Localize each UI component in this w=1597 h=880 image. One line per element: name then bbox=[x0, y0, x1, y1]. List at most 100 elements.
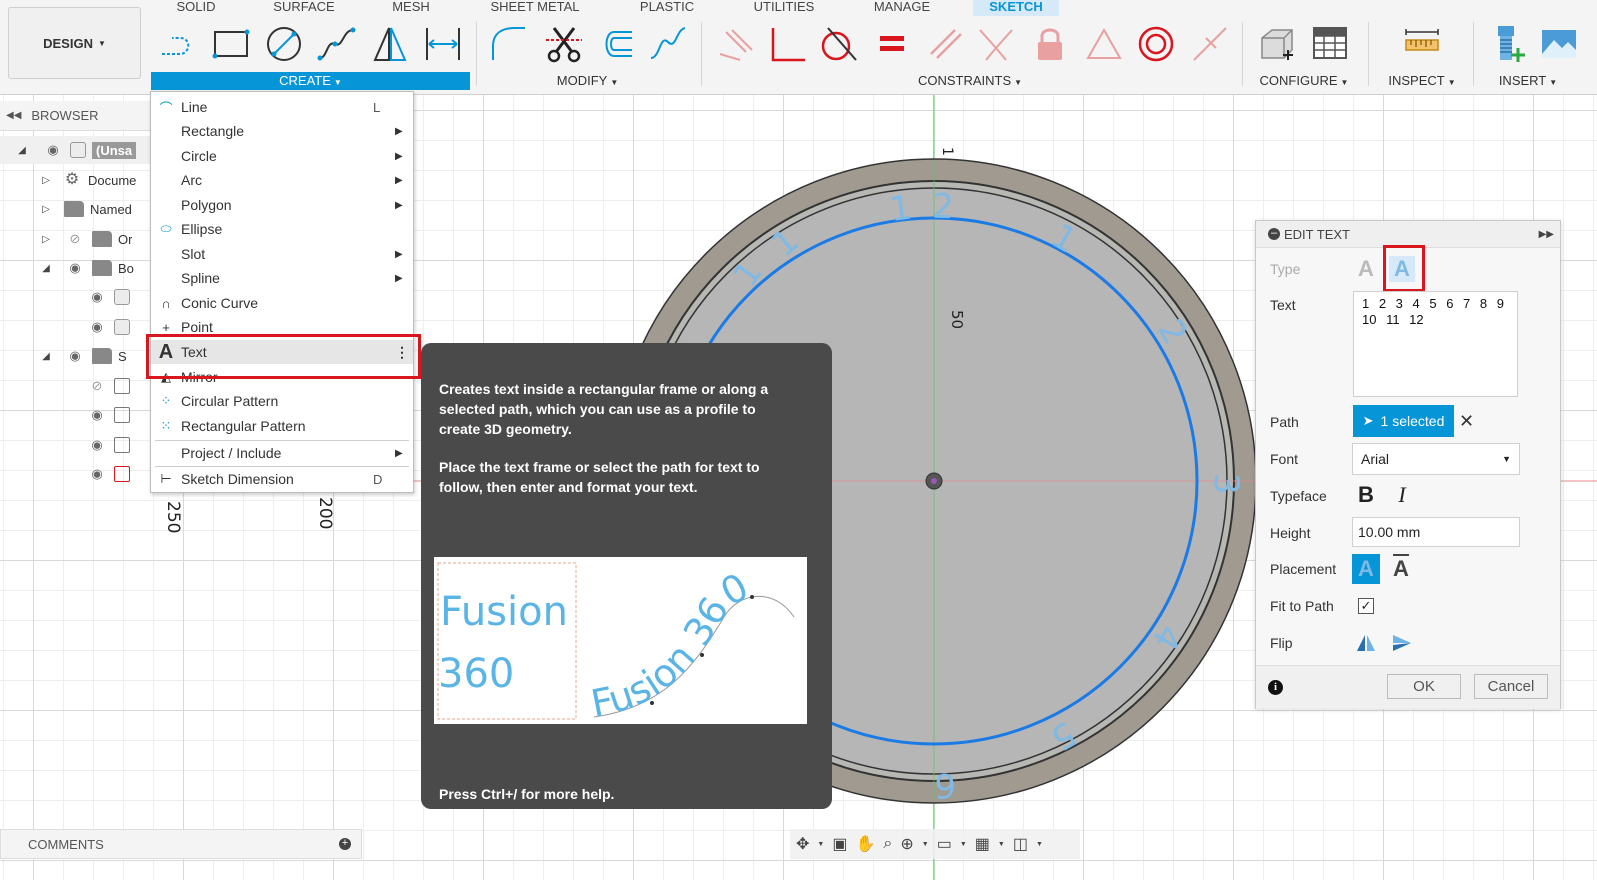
expand-arrow-icon[interactable]: ◢ bbox=[16, 145, 28, 156]
browser-item-sketch[interactable]: ◉ bbox=[0, 401, 175, 429]
offset-tool-icon[interactable] bbox=[596, 24, 636, 64]
pan-hand-icon[interactable]: ✋ bbox=[855, 834, 875, 854]
inspect-menu-button[interactable]: INSPECT ▼ bbox=[1377, 72, 1467, 90]
configure-table-icon[interactable] bbox=[1310, 24, 1350, 64]
bold-icon[interactable]: B bbox=[1353, 482, 1379, 508]
hidden-eye-icon[interactable]: ⊘ bbox=[86, 378, 108, 394]
look-at-icon[interactable]: ▣ bbox=[832, 834, 847, 854]
parallel-constraint-icon[interactable] bbox=[925, 24, 965, 64]
visibility-eye-icon[interactable]: ◉ bbox=[86, 466, 108, 482]
triangle-constraint-icon[interactable] bbox=[1084, 24, 1124, 64]
browser-item-sketch[interactable]: ◉ bbox=[0, 460, 175, 488]
menu-item-slot[interactable]: Slot ▶ bbox=[151, 242, 413, 266]
browser-item-named-views[interactable]: ▷ Named bbox=[0, 195, 175, 223]
visibility-eye-icon[interactable]: ◉ bbox=[42, 142, 64, 158]
browser-header[interactable]: ◀◀ BROWSER bbox=[0, 101, 175, 131]
flip-horizontal-icon[interactable] bbox=[1353, 630, 1379, 656]
font-dropdown[interactable]: Arial ▼ bbox=[1352, 443, 1520, 475]
height-input[interactable]: 10.00 mm bbox=[1352, 517, 1520, 547]
tab-mesh[interactable]: MESH bbox=[391, 0, 431, 16]
insert-canvas-icon[interactable] bbox=[1538, 24, 1578, 64]
concentric-constraint-icon[interactable] bbox=[1136, 24, 1176, 64]
caret-down-icon[interactable]: ▼ bbox=[998, 841, 1005, 848]
menu-item-spline[interactable]: Spline ▶ bbox=[151, 266, 413, 290]
browser-item-document-settings[interactable]: ▷ ⚙ Docume bbox=[0, 166, 175, 194]
browser-item-origin[interactable]: ▷ ⊘ Or bbox=[0, 225, 175, 253]
tangent-constraint-icon[interactable] bbox=[818, 24, 858, 64]
expand-arrow-icon[interactable]: ▷ bbox=[40, 204, 52, 215]
browser-root-row[interactable]: ◢ ◉ (Unsa bbox=[0, 136, 175, 164]
trim-tool-icon[interactable] bbox=[544, 24, 584, 64]
expand-panel-icon[interactable]: ▶▶ bbox=[1539, 229, 1554, 240]
expand-arrow-icon[interactable]: ▷ bbox=[40, 234, 52, 245]
orbit-icon[interactable]: ✥ bbox=[796, 834, 809, 854]
panel-header[interactable]: – EDIT TEXT ▶▶ bbox=[1256, 221, 1560, 248]
text-input[interactable]: 1 2 3 4 5 6 7 8 9 10 11 12 bbox=[1353, 291, 1518, 397]
collapse-icon[interactable]: ◀◀ bbox=[6, 110, 21, 121]
visibility-eye-icon[interactable]: ◉ bbox=[86, 319, 108, 335]
dimension-tool-icon[interactable] bbox=[423, 24, 463, 64]
text-box-type-icon[interactable]: A bbox=[1353, 256, 1379, 282]
tab-plastic[interactable]: PLASTIC bbox=[638, 0, 696, 16]
create-menu-button[interactable]: CREATE ▼ bbox=[151, 72, 470, 90]
menu-item-line[interactable]: ⌒ Line L bbox=[151, 95, 413, 119]
menu-item-circle[interactable]: Circle ▶ bbox=[151, 144, 413, 168]
equal-constraint-icon[interactable] bbox=[872, 24, 912, 64]
expand-arrow-icon[interactable]: ▷ bbox=[40, 175, 52, 186]
insert-mcmaster-icon[interactable] bbox=[1488, 24, 1528, 64]
tab-sketch[interactable]: SKETCH bbox=[973, 0, 1059, 16]
menu-item-sketch-dimension[interactable]: ⊢ Sketch Dimension D bbox=[151, 467, 413, 491]
grid-settings-icon[interactable]: ▦ bbox=[975, 834, 990, 854]
expand-arrow-icon[interactable]: ◢ bbox=[40, 263, 52, 274]
flip-vertical-icon[interactable] bbox=[1389, 630, 1415, 656]
comments-panel[interactable]: COMMENTS + bbox=[0, 829, 362, 859]
workspace-switcher[interactable]: DESIGN ▼ bbox=[8, 7, 141, 79]
hidden-eye-icon[interactable]: ⊘ bbox=[64, 231, 86, 247]
visibility-eye-icon[interactable]: ◉ bbox=[86, 437, 108, 453]
clear-selection-icon[interactable]: ✕ bbox=[1459, 411, 1474, 432]
tab-surface[interactable]: SURFACE bbox=[270, 0, 338, 16]
caret-down-icon[interactable]: ▼ bbox=[1036, 841, 1043, 848]
change-parameters-icon[interactable] bbox=[1258, 24, 1298, 64]
info-icon[interactable]: i bbox=[1268, 680, 1283, 695]
caret-down-icon[interactable]: ▼ bbox=[922, 841, 929, 848]
menu-item-project-include[interactable]: Project / Include ▶ bbox=[151, 441, 413, 465]
visibility-eye-icon[interactable]: ◉ bbox=[64, 260, 86, 276]
tab-manage[interactable]: MANAGE bbox=[871, 0, 933, 16]
zoom-icon[interactable]: ⌕ bbox=[883, 835, 892, 853]
visibility-eye-icon[interactable]: ◉ bbox=[86, 289, 108, 305]
placement-above-path-icon[interactable]: A bbox=[1352, 554, 1380, 584]
menu-item-circular-pattern[interactable]: ⁘ Circular Pattern bbox=[151, 389, 413, 413]
fit-icon[interactable]: ⊕ bbox=[900, 834, 913, 854]
spline-tool-icon[interactable] bbox=[317, 24, 357, 64]
constraints-menu-button[interactable]: CONSTRAINTS ▼ bbox=[890, 72, 1050, 90]
configure-menu-button[interactable]: CONFIGURE ▼ bbox=[1255, 72, 1353, 90]
fillet-tool-icon[interactable] bbox=[489, 24, 529, 64]
rectangle-tool-icon[interactable] bbox=[211, 24, 251, 64]
fit-to-path-checkbox[interactable]: ✓ bbox=[1358, 598, 1374, 614]
expand-arrow-icon[interactable]: ◢ bbox=[40, 351, 52, 362]
visibility-eye-icon[interactable]: ◉ bbox=[64, 348, 86, 364]
browser-item-bodies[interactable]: ◢ ◉ Bo bbox=[0, 254, 175, 282]
path-select-button[interactable]: ➤ 1 selected bbox=[1353, 405, 1454, 437]
browser-item-sketch[interactable]: ◉ bbox=[0, 431, 175, 459]
menu-item-rectangle[interactable]: Rectangle ▶ bbox=[151, 119, 413, 143]
italic-icon[interactable]: I bbox=[1389, 482, 1415, 508]
collapse-panel-icon[interactable]: – bbox=[1268, 228, 1280, 240]
add-comment-icon[interactable]: + bbox=[339, 838, 351, 850]
menu-item-polygon[interactable]: Polygon ▶ bbox=[151, 193, 413, 217]
ok-button[interactable]: OK bbox=[1387, 674, 1461, 699]
circle-tool-icon[interactable] bbox=[264, 24, 304, 64]
browser-item-body[interactable]: ◉ bbox=[0, 283, 175, 311]
menu-item-arc[interactable]: Arc ▶ bbox=[151, 168, 413, 192]
menu-item-conic-curve[interactable]: ∩ Conic Curve bbox=[151, 291, 413, 315]
tab-sheet-metal[interactable]: SHEET METAL bbox=[487, 0, 583, 16]
fix-constraint-icon[interactable] bbox=[1030, 24, 1070, 64]
visibility-eye-icon[interactable]: ◉ bbox=[86, 407, 108, 423]
tab-utilities[interactable]: UTILITIES bbox=[751, 0, 817, 16]
measure-icon[interactable] bbox=[1402, 24, 1442, 64]
insert-menu-button[interactable]: INSERT ▼ bbox=[1493, 72, 1563, 90]
line-tool-icon[interactable] bbox=[158, 24, 198, 64]
tab-solid[interactable]: SOLID bbox=[176, 0, 216, 16]
spline-modify-icon[interactable] bbox=[648, 24, 688, 64]
